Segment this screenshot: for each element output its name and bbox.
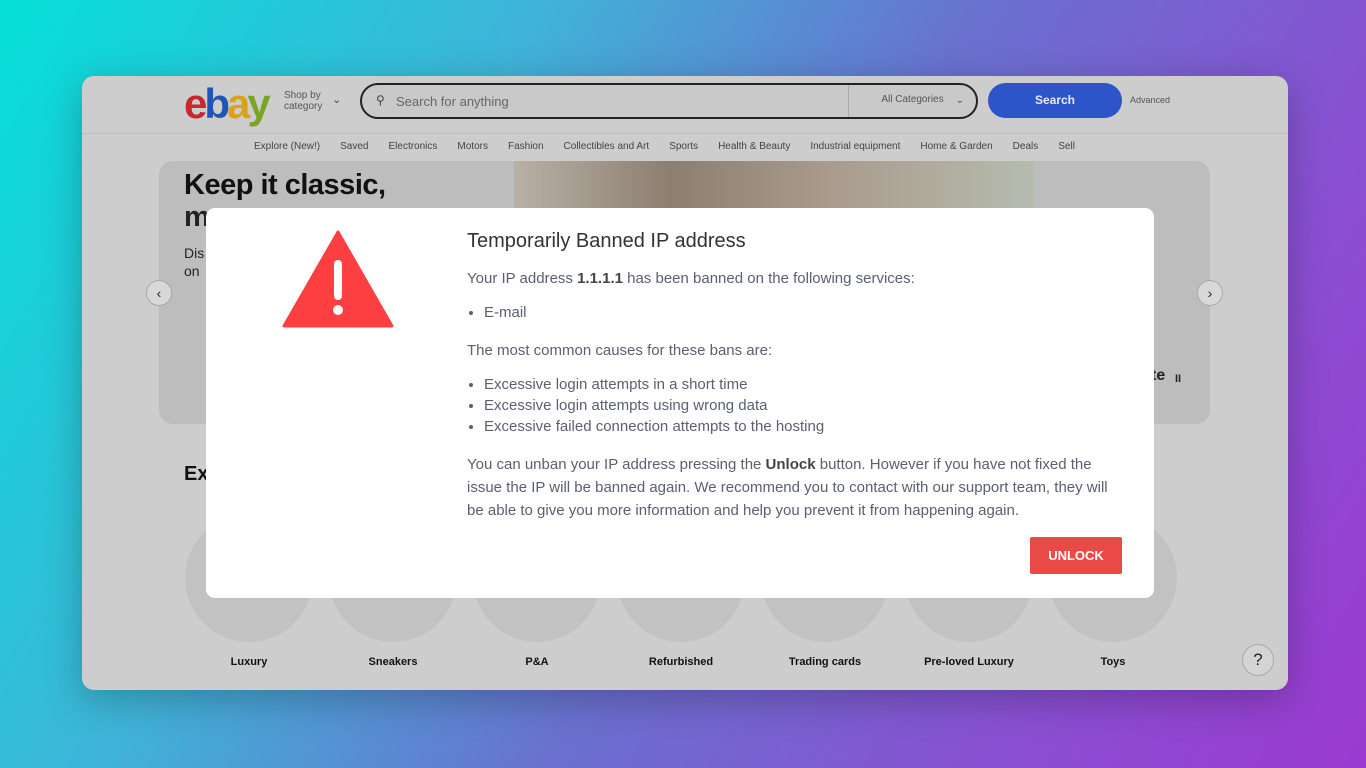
hero-fragment: on [184, 263, 200, 279]
nav-item[interactable]: Collectibles and Art [564, 141, 650, 152]
cause-item: Excessive login attempts in a short time [484, 374, 1127, 395]
nav-item[interactable]: Electronics [389, 141, 438, 152]
note-pre: You can unban your IP address pressing t… [467, 456, 766, 473]
intro-pre: Your IP address [467, 270, 578, 287]
nav-item[interactable]: Deals [1013, 141, 1039, 152]
logo-a: a [227, 80, 250, 127]
modal-content: Temporarily Banned IP address Your IP ad… [467, 230, 1127, 522]
ip-address: 1.1.1.1 [577, 270, 623, 287]
category-label: Refurbished [648, 656, 714, 668]
nav-item[interactable]: Fashion [508, 141, 544, 152]
category-select[interactable]: All Categories ⌄ [848, 85, 976, 117]
unlock-button[interactable]: UNLOCK [1030, 537, 1122, 574]
causes-list: Excessive login attempts in a short time… [484, 374, 1127, 437]
category-label: Pre-loved Luxury [924, 656, 1014, 668]
next-arrow-icon[interactable]: › [1197, 280, 1223, 306]
divider [82, 133, 1288, 134]
shop-by-category[interactable]: Shop by category [284, 90, 322, 112]
intro-text: Your IP address 1.1.1.1 has been banned … [467, 267, 1127, 290]
help-button[interactable]: ? [1242, 644, 1274, 676]
shop-by-line2: category [284, 101, 323, 112]
logo-b: b [204, 80, 230, 127]
advanced-link[interactable]: Advanced [1130, 95, 1170, 105]
category-label: All Categories [881, 94, 944, 105]
nav-item[interactable]: Industrial equipment [810, 141, 900, 152]
intro-post: has been banned on the following service… [622, 270, 915, 287]
logo-y: y [247, 80, 270, 127]
cause-item: Excessive login attempts using wrong dat… [484, 395, 1127, 416]
category-label: Luxury [230, 656, 268, 668]
nav-item[interactable]: Sports [669, 141, 698, 152]
search-bar: ⚲ Search for anything All Categories ⌄ [360, 83, 978, 119]
note-bold: Unlock [765, 456, 816, 473]
nav-item[interactable]: Health & Beauty [718, 141, 790, 152]
category-label: Sneakers [368, 656, 418, 668]
services-list: E-mail [484, 302, 1127, 323]
category-label: Trading cards [788, 656, 862, 668]
search-icon: ⚲ [376, 93, 385, 107]
category-label: Toys [1100, 656, 1126, 668]
nav-item[interactable]: Saved [340, 141, 368, 152]
chevron-down-icon[interactable]: ⌄ [332, 93, 341, 106]
pause-icon[interactable]: II [1175, 373, 1181, 385]
ebay-logo[interactable]: ebay [184, 80, 271, 128]
search-button[interactable]: Search [988, 83, 1122, 118]
ban-modal: Temporarily Banned IP address Your IP ad… [206, 208, 1154, 598]
search-input[interactable]: Search for anything [396, 94, 509, 109]
nav-item[interactable]: Sell [1058, 141, 1075, 152]
chevron-down-icon: ⌄ [955, 95, 964, 106]
hero-fragment: Dis [184, 245, 205, 261]
modal-title: Temporarily Banned IP address [467, 230, 746, 252]
nav-item[interactable]: Motors [457, 141, 488, 152]
shop-by-line1: Shop by [284, 90, 321, 101]
logo-e: e [184, 80, 207, 127]
service-item: E-mail [484, 302, 1127, 323]
warning-icon [282, 230, 394, 328]
prev-arrow-icon[interactable]: ‹ [146, 280, 172, 306]
section-title-fragment: Ex [184, 463, 209, 485]
cause-item: Excessive failed connection attempts to … [484, 416, 1127, 437]
nav-item[interactable]: Explore (New!) [254, 141, 320, 152]
category-label: P&A [525, 656, 549, 668]
nav-bar: Explore (New!) Saved Electronics Motors Fash… [254, 141, 1075, 152]
hero-title: Keep it classic, [184, 169, 386, 201]
nav-item[interactable]: Home & Garden [920, 141, 992, 152]
causes-title: The most common causes for these bans ar… [467, 342, 773, 359]
note-text: You can unban your IP address pressing t… [467, 453, 1127, 522]
